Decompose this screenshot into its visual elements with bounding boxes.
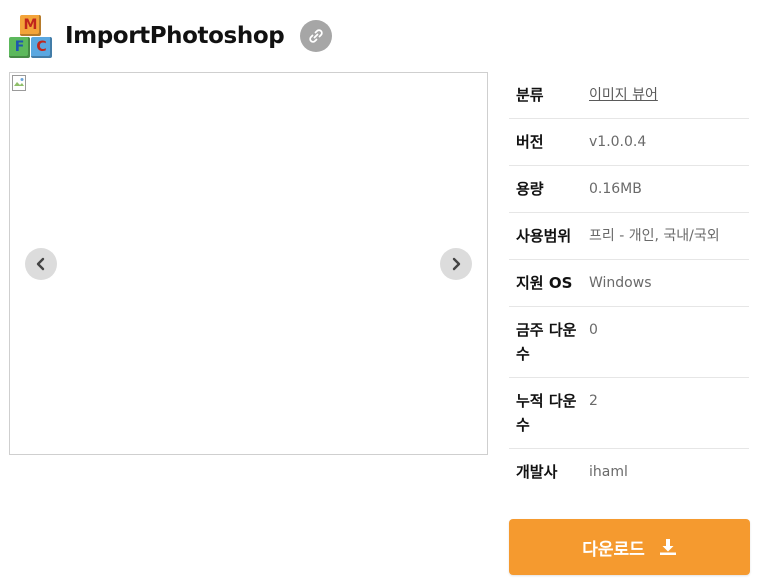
- info-value: 0.16MB: [589, 181, 642, 197]
- info-row-developer: 개발사 ihaml: [509, 449, 749, 495]
- app-header: M F C ImportPhotoshop: [9, 12, 333, 60]
- info-value: 0: [589, 322, 598, 338]
- chevron-left-icon: [36, 257, 45, 271]
- link-icon: [309, 29, 324, 43]
- info-row-weekly-downloads: 금주 다운수 0: [509, 307, 749, 378]
- info-row-license: 사용범위 프리 - 개인, 국내/국외: [509, 213, 749, 260]
- share-link-button[interactable]: [300, 20, 333, 52]
- info-row-total-downloads: 누적 다운수 2: [509, 378, 749, 449]
- info-label: 개발사: [516, 463, 558, 481]
- info-label: 용량: [516, 180, 544, 198]
- app-info-table: 분류 이미지 뷰어 버전 v1.0.0.4 용량 0.16MB 사용범위 프리 …: [509, 72, 749, 495]
- info-row-os: 지원 OS Windows: [509, 260, 749, 307]
- info-value: v1.0.0.4: [589, 134, 647, 150]
- logo-block-m: M: [20, 15, 41, 36]
- download-label: 다운로드: [582, 539, 645, 560]
- info-value: 프리 - 개인, 국내/국외: [589, 228, 720, 244]
- next-image-button[interactable]: [440, 248, 472, 280]
- broken-image-icon: [12, 75, 26, 91]
- app-title: ImportPhotoshop: [65, 23, 285, 49]
- download-button[interactable]: 다운로드: [509, 519, 750, 575]
- info-row-category: 분류 이미지 뷰어: [509, 72, 749, 119]
- info-label: 누적 다운수: [516, 392, 577, 434]
- screenshot-viewer[interactable]: [9, 72, 488, 455]
- app-logo-icon: M F C: [9, 13, 55, 59]
- info-label: 분류: [516, 86, 544, 104]
- logo-block-f: F: [9, 37, 30, 58]
- info-label: 버전: [516, 133, 544, 151]
- info-label: 지원 OS: [516, 274, 573, 292]
- logo-block-c: C: [31, 37, 52, 58]
- download-icon: [659, 539, 676, 555]
- previous-image-button[interactable]: [25, 248, 57, 280]
- info-row-version: 버전 v1.0.0.4: [509, 119, 749, 166]
- info-value: 2: [589, 393, 598, 409]
- info-value: ihaml: [589, 464, 628, 480]
- chevron-right-icon: [452, 257, 461, 271]
- info-label: 금주 다운수: [516, 321, 577, 363]
- info-row-size: 용량 0.16MB: [509, 166, 749, 213]
- info-value: Windows: [589, 275, 652, 291]
- info-label: 사용범위: [516, 227, 572, 245]
- category-link[interactable]: 이미지 뷰어: [589, 83, 749, 107]
